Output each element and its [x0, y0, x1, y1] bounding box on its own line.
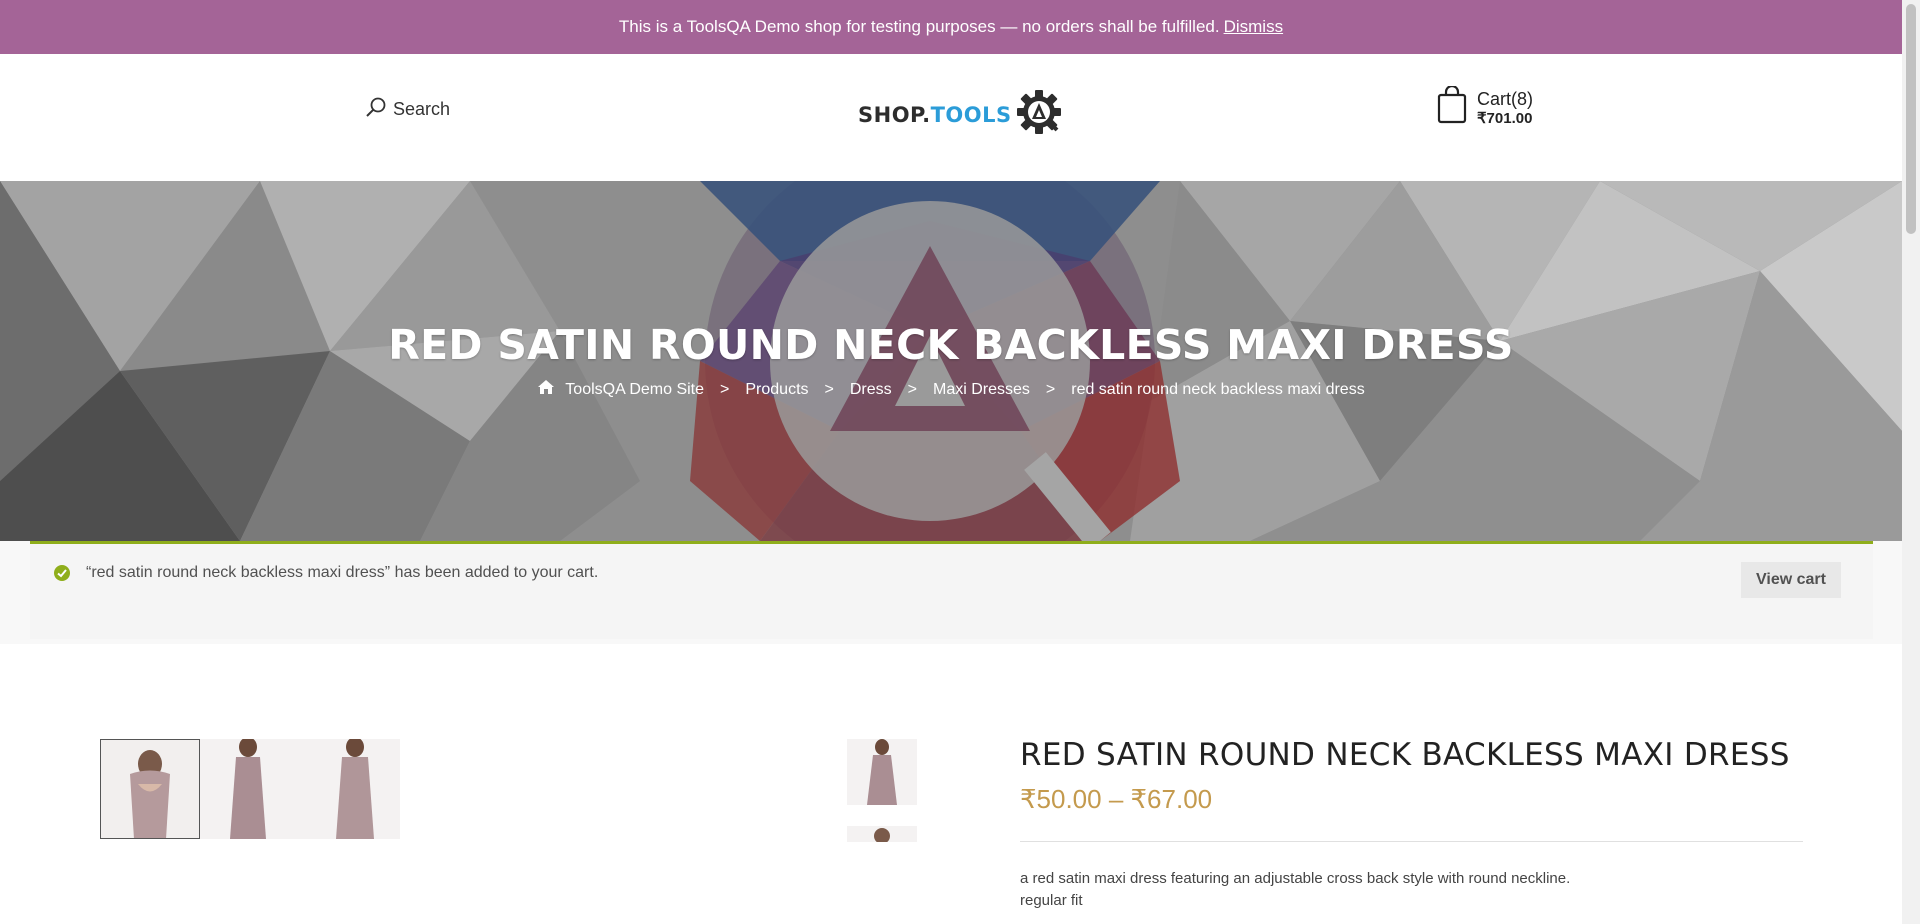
- cart-total: ₹701.00: [1477, 109, 1533, 127]
- notice-text: This is a ToolsQA Demo shop for testing …: [618, 17, 1220, 36]
- success-message-text: “red satin round neck backless maxi dres…: [86, 564, 599, 581]
- header-cart[interactable]: Cart(8) ₹701.00: [1437, 84, 1534, 129]
- product-gallery-thumbnails: [100, 739, 400, 839]
- gallery-thumbnail-vertical[interactable]: [847, 739, 917, 805]
- search-toggle[interactable]: Search: [365, 96, 450, 123]
- gallery-thumbnail-vertical[interactable]: [847, 826, 917, 842]
- logo-text-tools: TOOLS: [930, 102, 1012, 127]
- check-circle-icon: [54, 565, 70, 581]
- gallery-thumbnail[interactable]: [100, 739, 200, 839]
- cart-count: Cart(8): [1477, 88, 1534, 109]
- product-price-range: ₹50.00 – ₹67.00: [1020, 784, 1213, 814]
- description-line: regular fit: [1020, 892, 1083, 909]
- shopping-bag-icon: [1437, 84, 1467, 129]
- product-short-description: a red satin maxi dress featuring an adju…: [1020, 868, 1570, 912]
- cart-success-message: “red satin round neck backless maxi dres…: [30, 541, 1873, 639]
- breadcrumb-products[interactable]: Products: [745, 381, 808, 399]
- demo-store-notice: This is a ToolsQA Demo shop for testing …: [0, 0, 1902, 54]
- notices-wrapper: “red satin round neck backless maxi dres…: [0, 541, 1902, 644]
- breadcrumb-home[interactable]: ToolsQA Demo Site: [565, 381, 704, 399]
- breadcrumb-dress[interactable]: Dress: [850, 381, 892, 399]
- search-icon: [365, 96, 387, 123]
- description-line: a red satin maxi dress featuring an adju…: [1020, 870, 1571, 887]
- breadcrumb: ToolsQA Demo Site > Products > Dress > M…: [0, 379, 1902, 400]
- divider: [1020, 841, 1803, 842]
- breadcrumb-maxi-dresses[interactable]: Maxi Dresses: [933, 381, 1030, 399]
- search-label: Search: [393, 99, 451, 119]
- page-scrollbar[interactable]: [1902, 0, 1920, 924]
- breadcrumb-current: red satin round neck backless maxi dress: [1071, 380, 1365, 398]
- gear-logo-icon: [1016, 89, 1062, 140]
- view-cart-button[interactable]: View cart: [1741, 562, 1841, 598]
- site-header: Search SHOP. TOOLS Cart(8) ₹701.00: [0, 54, 1902, 181]
- page-hero-banner: RED SATIN ROUND NECK BACKLESS MAXI DRESS…: [0, 181, 1902, 541]
- product-title: RED SATIN ROUND NECK BACKLESS MAXI DRESS: [1020, 737, 1790, 773]
- site-logo[interactable]: SHOP. TOOLS: [858, 89, 1062, 140]
- scrollbar-thumb[interactable]: [1906, 4, 1916, 234]
- gallery-thumbnail[interactable]: [200, 739, 300, 839]
- page-title: RED SATIN ROUND NECK BACKLESS MAXI DRESS: [388, 321, 1514, 369]
- dismiss-link[interactable]: Dismiss: [1224, 17, 1284, 37]
- logo-text-shop: SHOP.: [858, 102, 931, 127]
- breadcrumb-separator: >: [907, 380, 917, 398]
- breadcrumb-separator: >: [720, 380, 730, 398]
- gallery-thumbnail[interactable]: [300, 739, 400, 839]
- home-icon[interactable]: [537, 379, 555, 400]
- breadcrumb-separator: >: [1045, 380, 1056, 398]
- breadcrumb-separator: >: [824, 380, 834, 398]
